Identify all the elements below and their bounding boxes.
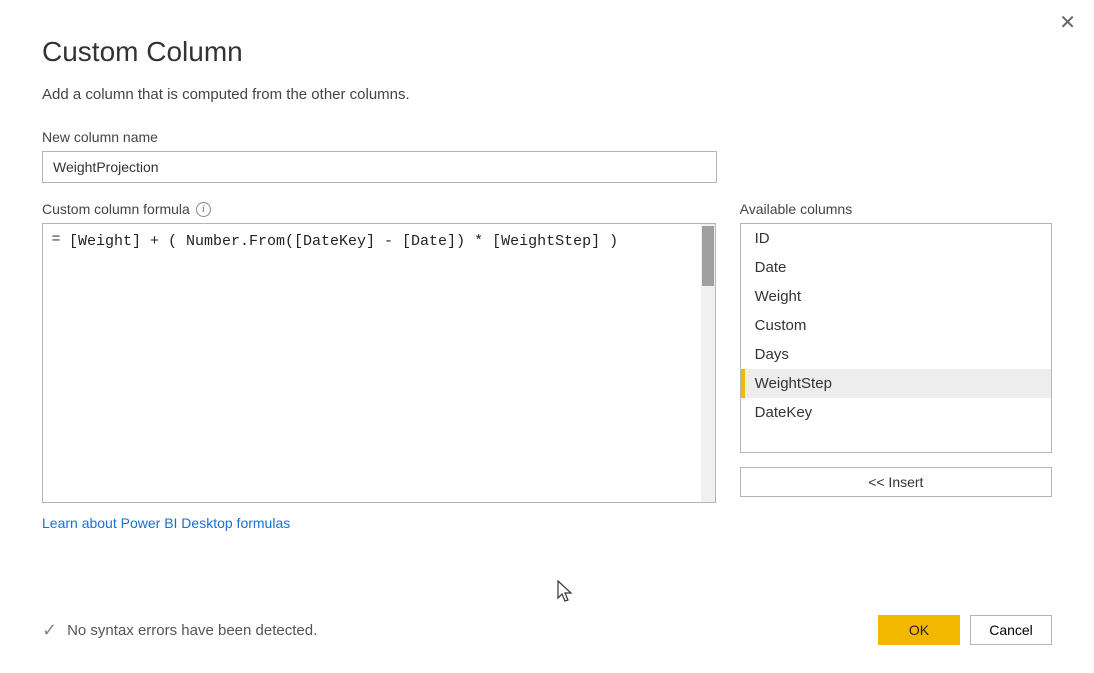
column-name-input[interactable] [42, 151, 717, 183]
learn-link[interactable]: Learn about Power BI Desktop formulas [42, 515, 290, 531]
dialog-title: Custom Column [42, 36, 1052, 68]
list-item[interactable]: Weight [741, 282, 1051, 311]
list-item[interactable]: Date [741, 253, 1051, 282]
formula-label-text: Custom column formula [42, 201, 190, 217]
formula-input[interactable] [69, 224, 701, 502]
available-columns-label: Available columns [740, 201, 1052, 217]
info-icon[interactable]: i [196, 202, 211, 217]
dialog-footer: ✓ No syntax errors have been detected. O… [42, 615, 1052, 645]
button-group: OK Cancel [878, 615, 1052, 645]
status-message: No syntax errors have been detected. [67, 622, 317, 639]
close-icon[interactable]: ✕ [1059, 10, 1076, 35]
available-columns-list: IDDateWeightCustomDaysWeightStepDateKey [740, 223, 1052, 453]
cursor-icon [557, 580, 575, 604]
formula-scrollbar[interactable] [701, 224, 715, 502]
formula-editor: = [42, 223, 716, 503]
scroll-thumb[interactable] [702, 226, 714, 286]
list-item[interactable]: WeightStep [741, 369, 1051, 398]
insert-button[interactable]: << Insert [740, 467, 1052, 497]
equals-gutter: = [43, 224, 69, 502]
status-bar: ✓ No syntax errors have been detected. [42, 620, 317, 641]
cancel-button[interactable]: Cancel [970, 615, 1052, 645]
list-item[interactable]: Custom [741, 311, 1051, 340]
column-name-label: New column name [42, 129, 1052, 145]
list-item[interactable]: ID [741, 224, 1051, 253]
list-item[interactable]: Days [741, 340, 1051, 369]
check-icon: ✓ [42, 620, 57, 641]
dialog-subtitle: Add a column that is computed from the o… [42, 86, 1052, 103]
ok-button[interactable]: OK [878, 615, 960, 645]
formula-label: Custom column formula i [42, 201, 716, 217]
dialog-content: Custom Column Add a column that is compu… [0, 0, 1094, 551]
list-item[interactable]: DateKey [741, 398, 1051, 427]
